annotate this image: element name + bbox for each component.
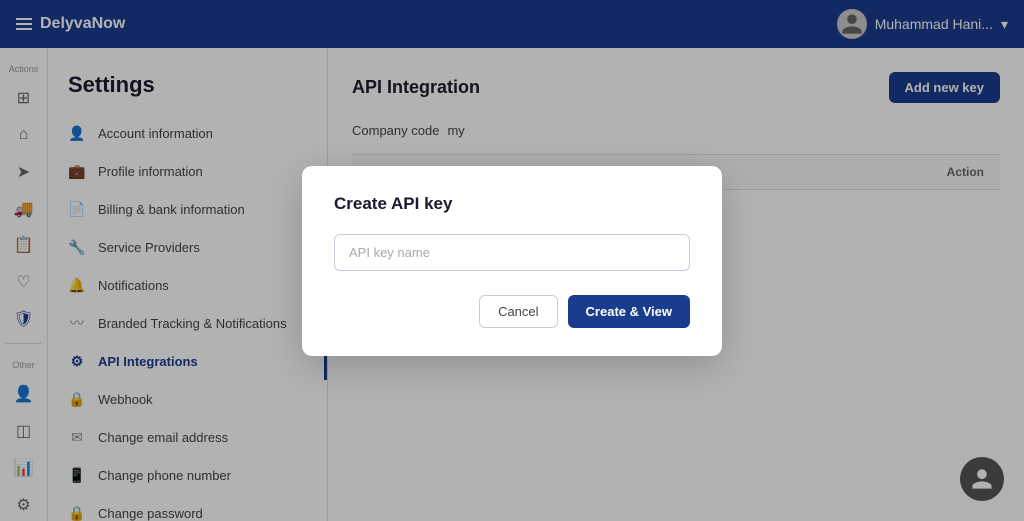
- create-view-button[interactable]: Create & View: [568, 295, 690, 328]
- modal-overlay: Create API key Cancel Create & View: [0, 0, 1024, 521]
- create-api-key-modal: Create API key Cancel Create & View: [302, 166, 722, 356]
- cancel-button[interactable]: Cancel: [479, 295, 557, 328]
- api-key-name-input[interactable]: [334, 234, 690, 271]
- modal-actions: Cancel Create & View: [334, 295, 690, 328]
- modal-title: Create API key: [334, 194, 690, 214]
